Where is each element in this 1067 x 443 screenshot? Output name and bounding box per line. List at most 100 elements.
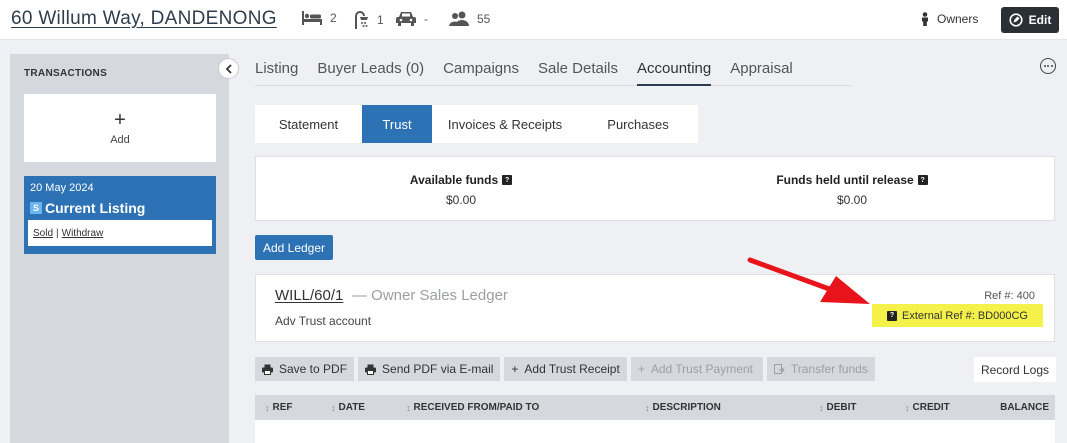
current-listing-card[interactable]: 20 May 2024 S Current Listing Sold | Wit… [24,176,216,254]
edit-label: Edit [1028,13,1052,27]
ledger-code[interactable]: WILL/60/1 [275,287,343,304]
ledger-toolbar: Save to PDF Send PDF via E-mail + Add Tr… [255,357,875,381]
listing-date: 20 May 2024 [30,182,94,194]
annotation-arrow [747,257,870,304]
record-logs-button[interactable]: Record Logs [974,357,1056,382]
withdraw-link[interactable]: Withdraw [62,228,104,239]
listing-actions: Sold | Withdraw [28,220,212,246]
available-funds-label: Available funds [409,173,499,187]
printer-icon [262,364,273,375]
cars-count: - [424,11,428,26]
cars-stat: - [396,11,428,26]
bathrooms-stat: 1 [353,11,384,29]
column-description[interactable]: ↕ DESCRIPTION [645,402,721,413]
shower-icon [355,11,368,29]
ledger-card: WILL/60/1 — Owner Sales Ledger Adv Trust… [255,274,1055,342]
save-pdf-button[interactable]: Save to PDF [255,357,355,381]
tab-invoices-receipts[interactable]: Invoices & Receipts [432,105,578,143]
add-trust-receipt-button[interactable]: + Add Trust Receipt [504,357,627,381]
chevron-left-icon [225,63,232,74]
sort-icon: ↕ [265,402,270,413]
top-bar: 60 Willum Way, DANDENONG 2 1 - 55 Owners… [0,0,1067,40]
column-ref[interactable]: ↕ REF [265,402,293,413]
tab-sale-details[interactable]: Sale Details [538,60,618,86]
ledger-ref: Ref #: 400 [984,290,1035,302]
printer-icon [365,364,377,375]
property-address[interactable]: 60 Willum Way, DANDENONG [11,8,277,30]
sort-icon: ↕ [406,402,411,413]
plus-icon: + [511,362,519,376]
tab-statement[interactable]: Statement [255,105,362,143]
people-count: 55 [477,11,491,26]
people-stat: 55 [449,11,490,26]
listing-title: Current Listing [45,200,146,216]
bedrooms-stat: 2 [302,11,337,25]
edit-icon [1009,13,1023,27]
transactions-sidebar: TRANSACTIONS + Add 20 May 2024 S Current… [10,54,229,443]
add-ledger-button[interactable]: Add Ledger [255,235,333,260]
tab-trust[interactable]: Trust [362,105,432,143]
funds-held: Funds held until release? $0.00 [752,173,952,207]
save-pdf-label: Save to PDF [279,362,348,376]
add-receipt-label: Add Trust Receipt [524,362,620,376]
bed-icon [302,11,322,25]
link-separator: | [56,227,59,239]
column-balance[interactable]: BALANCE [1000,402,1049,413]
bedrooms-count: 2 [330,11,337,25]
tab-accounting[interactable]: Accounting [637,60,712,86]
add-transaction-button[interactable]: + Add [24,94,216,162]
help-icon[interactable]: ? [917,175,928,185]
add-trust-payment-button[interactable]: + Add Trust Payment [630,357,763,381]
send-pdf-label: Send PDF via E-mail [382,362,494,376]
external-ref-badge: ? External Ref #: BD000CG [872,304,1043,327]
owners-label: Owners [937,12,979,26]
car-icon [396,12,416,26]
sort-icon: ↕ [331,402,336,413]
tab-appraisal[interactable]: Appraisal [730,60,793,86]
more-options-icon[interactable] [1040,58,1056,74]
available-funds: Available funds? $0.00 [376,173,546,207]
transactions-table-header: ↕ REF ↕ DATE ↕ RECEIVED FROM/PAID TO ↕ DESCR… [255,395,1055,420]
edit-button[interactable]: Edit [1001,7,1059,33]
funds-summary: Available funds? $0.00 Funds held until … [255,156,1055,221]
tab-buyer-leads[interactable]: Buyer Leads (0) [317,60,424,86]
ledger-account: Adv Trust account [275,314,372,328]
tab-purchases[interactable]: Purchases [578,105,698,143]
plus-icon: + [637,362,645,376]
owners-link[interactable]: Owners [921,12,978,26]
sort-icon: ↕ [645,402,650,413]
person-icon [922,12,928,26]
sold-link[interactable]: Sold [33,228,53,239]
transactions-table-body [255,420,1055,443]
transfer-funds-button[interactable]: Transfer funds [766,357,875,381]
sort-icon: ↕ [819,402,824,413]
help-icon[interactable]: ? [502,175,513,185]
listing-title-row: S Current Listing [30,200,145,216]
sale-badge: S [30,202,42,214]
collapse-sidebar-button[interactable] [218,58,239,79]
plus-icon: + [114,109,126,131]
external-ref: External Ref #: BD000CG [902,309,1028,322]
tab-listing[interactable]: Listing [255,60,298,86]
transfer-icon [773,363,785,374]
column-debit[interactable]: ↕ DEBIT [819,402,857,413]
column-received-paid[interactable]: ↕ RECEIVED FROM/PAID TO [406,402,539,413]
add-label: Add [110,134,130,146]
help-icon[interactable]: ? [887,310,898,321]
accounting-sub-tabs: Statement Trust Invoices & Receipts Purc… [255,105,698,143]
column-credit[interactable]: ↕ CREDIT [905,402,950,413]
ledger-name: — Owner Sales Ledger [352,287,508,304]
people-icon [449,11,469,26]
bathrooms-count: 1 [377,13,384,27]
send-pdf-button[interactable]: Send PDF via E-mail [358,357,501,381]
funds-held-label: Funds held until release [776,173,914,187]
funds-held-value: $0.00 [836,193,868,207]
tab-campaigns[interactable]: Campaigns [443,60,519,86]
add-payment-label: Add Trust Payment [650,362,753,376]
sidebar-title: TRANSACTIONS [24,68,108,79]
sort-icon: ↕ [905,402,910,413]
available-funds-value: $0.00 [445,193,477,207]
column-date[interactable]: ↕ DATE [331,402,365,413]
main-tabs: Listing Buyer Leads (0) Campaigns Sale D… [255,60,851,86]
transfer-label: Transfer funds [790,362,868,376]
